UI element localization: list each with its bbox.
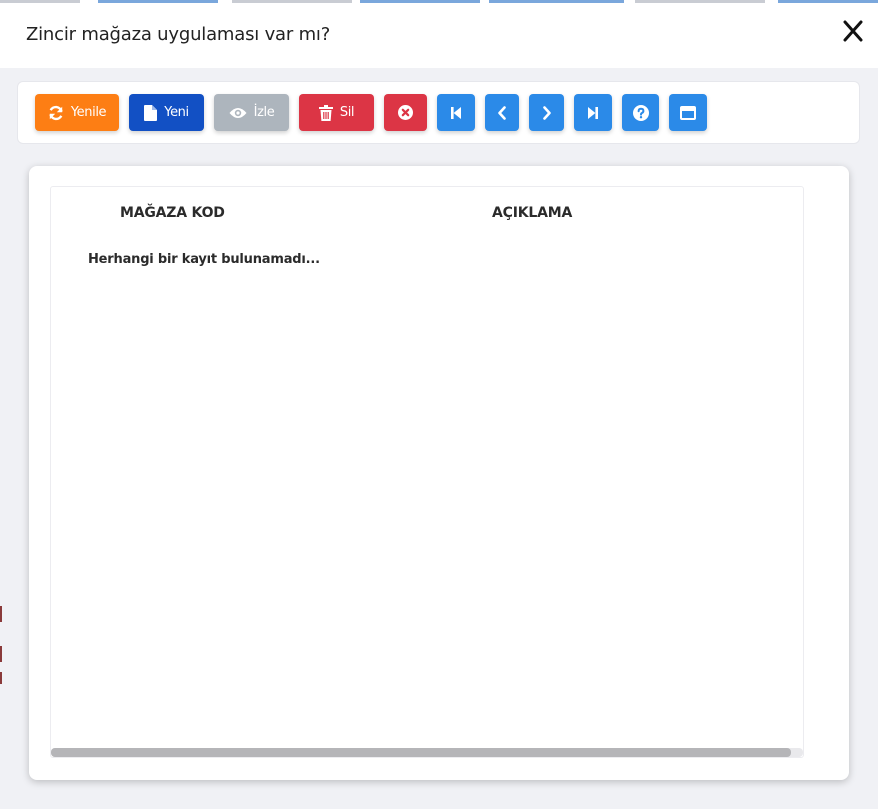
previous-record-button[interactable] bbox=[485, 94, 519, 131]
column-header-store-code[interactable]: MAĞAZA KOD bbox=[120, 205, 225, 221]
eye-icon bbox=[229, 106, 247, 120]
window-button[interactable] bbox=[669, 94, 707, 131]
refresh-icon bbox=[48, 105, 64, 121]
background-edge-mark bbox=[0, 672, 2, 684]
view-button-label: İzle bbox=[253, 105, 275, 120]
times-circle-icon bbox=[398, 105, 413, 120]
first-record-icon bbox=[450, 106, 462, 120]
file-icon bbox=[144, 104, 158, 121]
background-edge-mark bbox=[0, 646, 2, 662]
first-record-button[interactable] bbox=[437, 94, 475, 131]
help-button[interactable] bbox=[622, 94, 659, 131]
refresh-button[interactable]: Yenile bbox=[35, 94, 119, 131]
horizontal-scrollbar-thumb[interactable] bbox=[51, 748, 791, 757]
empty-grid-message: Herhangi bir kayıt bulunamadı... bbox=[88, 252, 320, 267]
last-record-button[interactable] bbox=[574, 94, 612, 131]
data-grid bbox=[50, 186, 804, 758]
question-circle-icon bbox=[632, 104, 649, 121]
trash-icon bbox=[318, 104, 333, 121]
delete-button[interactable]: Sil bbox=[299, 94, 374, 131]
view-button[interactable]: İzle bbox=[214, 94, 289, 131]
delete-button-label: Sil bbox=[339, 105, 355, 120]
dialog-title: Zincir mağaza uygulaması var mı? bbox=[26, 24, 331, 45]
refresh-button-label: Yenile bbox=[70, 105, 107, 120]
window-icon bbox=[680, 105, 696, 120]
chevron-right-icon bbox=[542, 105, 552, 120]
new-button-label: Yeni bbox=[164, 105, 189, 120]
new-button[interactable]: Yeni bbox=[129, 94, 204, 131]
background-edge-mark bbox=[0, 606, 2, 622]
last-record-icon bbox=[587, 106, 599, 120]
modal-dialog: Zincir mağaza uygulaması var mı? Yenile bbox=[0, 0, 878, 809]
cancel-button[interactable] bbox=[384, 94, 427, 131]
close-icon[interactable] bbox=[838, 16, 868, 46]
background-tabs-strip bbox=[0, 0, 878, 3]
chevron-left-icon bbox=[497, 105, 507, 120]
next-record-button[interactable] bbox=[529, 94, 564, 131]
dialog-header: Zincir mağaza uygulaması var mı? bbox=[0, 0, 878, 68]
column-header-description[interactable]: AÇIKLAMA bbox=[492, 205, 572, 221]
